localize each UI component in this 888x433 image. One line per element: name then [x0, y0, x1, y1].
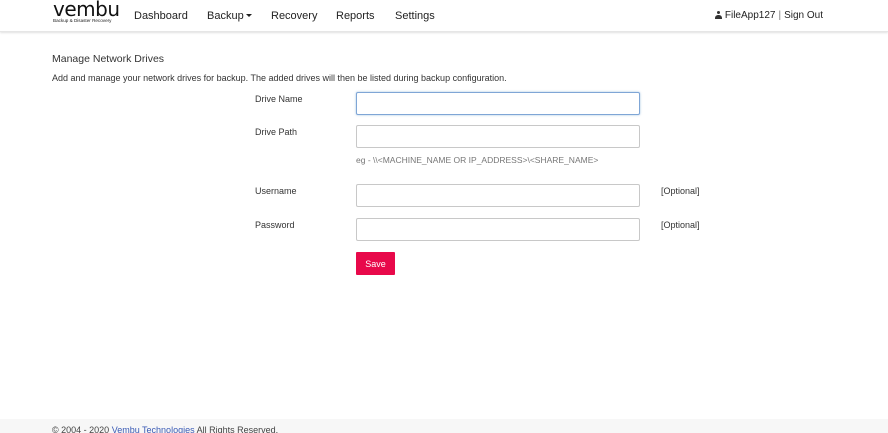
password-input[interactable]	[356, 218, 640, 241]
user-icon	[714, 11, 722, 19]
nav-settings[interactable]: Settings	[395, 10, 435, 22]
page-description: Add and manage your network drives for b…	[52, 73, 507, 83]
page-title: Manage Network Drives	[52, 53, 165, 65]
username-optional-note: [Optional]	[661, 186, 700, 196]
caret-down-icon	[245, 14, 252, 17]
vembu-logo[interactable]: vembu Backup & Disaster Recovery	[53, 0, 123, 29]
user-area: FileApp127 | Sign Out	[714, 10, 823, 21]
username-label: Username	[255, 186, 297, 196]
user-name[interactable]: FileApp127	[725, 10, 776, 21]
nav-backup-label: Backup	[207, 10, 244, 22]
nav-separator: |	[778, 10, 782, 21]
footer-company-link[interactable]: Vembu Technologies	[112, 425, 195, 433]
drive-path-hint: eg - \\<MACHINE_NAME OR IP_ADDRESS>\<SHA…	[356, 155, 599, 165]
drive-path-label: Drive Path	[255, 127, 298, 137]
nav-backup[interactable]: Backup	[207, 10, 252, 22]
footer-prefix: © 2004 - 2020	[52, 425, 112, 433]
nav-reports[interactable]: Reports	[336, 10, 375, 22]
nav-recovery[interactable]: Recovery	[271, 10, 317, 22]
drive-path-input[interactable]	[356, 125, 640, 148]
password-optional-note: [Optional]	[661, 220, 700, 230]
drive-name-input[interactable]	[356, 92, 640, 115]
logo-tagline: Backup & Disaster Recovery	[53, 18, 112, 23]
footer-suffix: All Rights Reserved.	[194, 425, 279, 433]
footer-copyright: © 2004 - 2020 Vembu Technologies All Rig…	[52, 425, 278, 433]
footer: © 2004 - 2020 Vembu Technologies All Rig…	[0, 419, 888, 433]
username-input[interactable]	[356, 184, 640, 207]
drive-name-label: Drive Name	[255, 94, 303, 104]
password-label: Password	[255, 220, 295, 230]
top-navbar: vembu Backup & Disaster Recovery Dashboa…	[0, 0, 888, 32]
sign-out-link[interactable]: Sign Out	[784, 10, 823, 21]
nav-dashboard[interactable]: Dashboard	[134, 10, 188, 22]
save-button[interactable]: Save	[356, 252, 395, 275]
